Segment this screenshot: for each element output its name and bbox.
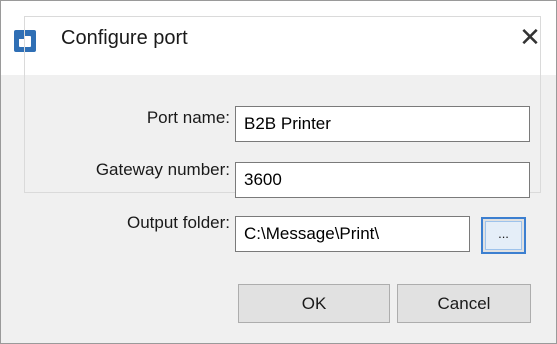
cancel-button[interactable]: Cancel bbox=[397, 284, 531, 323]
gateway-number-label: Gateway number: bbox=[95, 160, 230, 179]
browse-folder-button[interactable]: ... bbox=[481, 217, 526, 254]
gateway-number-input[interactable]: 3600 bbox=[235, 162, 530, 198]
output-folder-label: Output folder: bbox=[126, 213, 230, 232]
ok-button[interactable]: OK bbox=[238, 284, 390, 323]
port-name-input[interactable]: B2B Printer bbox=[235, 106, 530, 142]
port-name-label: Port name: bbox=[146, 108, 230, 127]
output-folder-input[interactable]: C:\Message\Print\ bbox=[235, 216, 470, 252]
browse-button-label: ... bbox=[498, 226, 509, 241]
